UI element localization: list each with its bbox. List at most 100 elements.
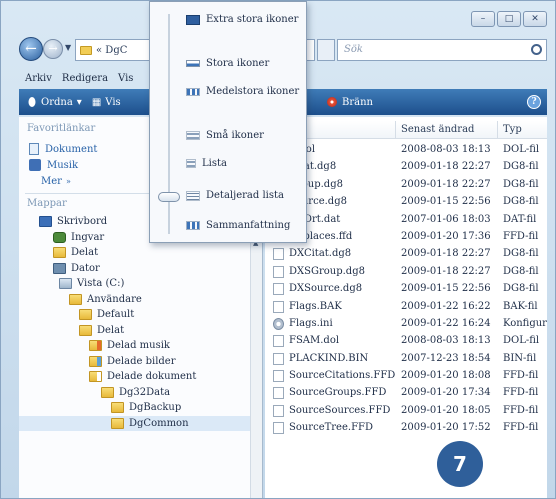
tree-item[interactable]: Default: [19, 307, 262, 323]
file-date: 2009-01-15 22:56: [401, 196, 491, 208]
close-button[interactable]: ✕: [523, 11, 547, 27]
organize-label: Ordna: [41, 96, 73, 108]
file-name: Flags.BAK: [289, 300, 342, 312]
menu-visa[interactable]: Vis: [118, 73, 133, 84]
column-type[interactable]: Typ: [503, 124, 522, 135]
view-option-details[interactable]: Detaljerad lista: [186, 190, 284, 201]
file-date: 2009-01-20 17:52: [401, 422, 491, 434]
tree-item[interactable]: Delat: [19, 245, 262, 261]
desktop-icon: [39, 216, 52, 228]
more-label: Mer: [41, 176, 62, 187]
tree-item[interactable]: Delat: [19, 323, 262, 339]
file-row[interactable]: SourceGroups.FFD 2009-01-20 17:34 FFD-fil: [265, 384, 547, 401]
tree-item-selected[interactable]: DgCommon: [19, 415, 262, 431]
file-date: 2007-01-06 18:03: [401, 213, 491, 225]
search-icon[interactable]: [531, 44, 542, 55]
file-date: 2009-01-20 17:34: [401, 387, 491, 399]
view-option-tiles[interactable]: Sammanfattning: [186, 220, 290, 231]
tree-label: Dg32Data: [119, 386, 171, 398]
tree-item[interactable]: Användare: [19, 292, 262, 308]
views-icon: ▦: [91, 96, 102, 108]
view-option-list[interactable]: Lista: [186, 158, 227, 169]
folder-icon: [111, 417, 124, 429]
file-type: FFD-fil: [503, 370, 539, 382]
tree-item[interactable]: DgBackup: [19, 400, 262, 416]
tree-label: DgCommon: [129, 417, 189, 429]
file-row[interactable]: Flags.ini 2009-01-22 16:24 Konfigur: [265, 315, 547, 332]
folder-icon: [53, 247, 66, 259]
file-row[interactable]: Source.dg8 2009-01-15 22:56 DG8-fil: [265, 193, 547, 210]
views-button[interactable]: ▦ Vis: [92, 97, 121, 108]
file-row[interactable]: A.dol2008-08-03 18:13DOL-fil: [265, 141, 547, 158]
tree-label: Delade bilder: [107, 355, 176, 367]
view-option-small-icons[interactable]: Små ikoner: [186, 130, 264, 141]
file-date: 2009-01-22 16:24: [401, 317, 491, 329]
tree-item[interactable]: Dator: [19, 261, 262, 277]
file-date: 2009-01-18 22:27: [401, 265, 491, 277]
file-type: FFD-fil: [503, 387, 539, 399]
forward-button[interactable]: →: [43, 39, 63, 59]
file-name: SourceGroups.FFD: [289, 387, 387, 399]
help-icon[interactable]: ?: [527, 95, 541, 109]
file-row[interactable]: PLACKIND.BIN 2007-12-23 18:54 BIN-fil: [265, 350, 547, 367]
file-type: FFD-fil: [503, 404, 539, 416]
view-option-large-icons[interactable]: Stora ikoner: [186, 58, 269, 69]
view-option-medium-icons[interactable]: Medelstora ikoner: [186, 86, 299, 97]
view-size-slider-thumb[interactable]: [158, 192, 180, 202]
navigation-scrollbar[interactable]: ▲: [250, 237, 262, 498]
file-row[interactable]: Citat.dg8 2009-01-18 22:27 DG8-fil: [265, 158, 547, 175]
back-button[interactable]: ←: [19, 37, 43, 61]
tree-item[interactable]: Delade bilder: [19, 354, 262, 370]
organize-button[interactable]: Ordna ▾: [27, 97, 82, 108]
file-name: DXSource.dg8: [289, 283, 363, 295]
explorer-window: – □ ✕ ← → ▼ « DgC Sök Arkiv Redigera Vis…: [0, 0, 556, 499]
file-type: FFD-fil: [503, 230, 539, 242]
file-date: 2009-01-20 18:05: [401, 404, 491, 416]
tree-item[interactable]: Delade dokument: [19, 369, 262, 385]
burn-button[interactable]: Bränn: [327, 97, 373, 108]
minimize-button[interactable]: –: [471, 11, 495, 27]
file-row[interactable]: Group.dg8 2009-01-18 22:27 DG8-fil: [265, 176, 547, 193]
file-row[interactable]: DXSGroup.dg8 2009-01-18 22:27 DG8-fil: [265, 263, 547, 280]
maximize-button[interactable]: □: [497, 11, 521, 27]
view-size-menu: Extra stora ikoner Stora ikoner Medelsto…: [149, 1, 307, 243]
view-option-extra-large-icons[interactable]: Extra stora ikoner: [186, 14, 298, 25]
tree-item[interactable]: Vista (C:): [19, 276, 262, 292]
file-icon: [273, 404, 284, 417]
file-type: DG8-fil: [503, 265, 539, 277]
file-row[interactable]: FSAM.dol 2008-08-03 18:13 DOL-fil: [265, 332, 547, 349]
file-row[interactable]: DXSource.dg8 2009-01-15 22:56 DG8-fil: [265, 280, 547, 297]
recent-pages-dropdown[interactable]: ▼: [65, 43, 71, 52]
chevron-down-icon: ▾: [76, 96, 82, 108]
file-row[interactable]: SourceSources.FFD 2009-01-20 18:05 FFD-fil: [265, 402, 547, 419]
file-date: 2009-01-18 22:27: [401, 161, 491, 173]
column-date-modified[interactable]: Senast ändrad: [401, 124, 474, 135]
column-separator[interactable]: [497, 121, 498, 139]
file-type: FFD-fil: [503, 422, 539, 434]
tree-item[interactable]: Dg32Data: [19, 385, 262, 401]
file-row[interactable]: DXCitat.dg8 2009-01-18 22:27 DG8-fil: [265, 245, 547, 262]
file-name: Flags.ini: [289, 317, 333, 329]
folder-icon: [79, 309, 92, 321]
file-row[interactable]: SourceTree.FFD 2009-01-20 17:52 FFD-fil: [265, 419, 547, 436]
file-type: Konfigur: [503, 317, 547, 329]
address-path: « DgC: [96, 44, 128, 56]
settings-file-icon: [273, 317, 284, 330]
double-chevron-icon: »: [65, 177, 71, 186]
column-separator[interactable]: [395, 121, 396, 139]
folder-icon: [80, 45, 92, 55]
burn-label: Bränn: [342, 96, 373, 108]
menu-arkiv[interactable]: Arkiv: [25, 73, 52, 84]
file-row[interactable]: Flags.BAK 2009-01-22 16:22 BAK-fil: [265, 298, 547, 315]
file-row[interactable]: Dgplaces.ffd 2009-01-20 17:36 FFD-fil: [265, 228, 547, 245]
view-option-label: Lista: [202, 158, 227, 169]
tree-item[interactable]: Delad musik: [19, 338, 262, 354]
refresh-button[interactable]: [317, 39, 335, 61]
file-date: 2008-08-03 18:13: [401, 335, 491, 347]
menu-redigera[interactable]: Redigera: [62, 73, 108, 84]
file-row[interactable]: artOrt.dat 2007-01-06 18:03 DAT-fil: [265, 211, 547, 228]
search-input[interactable]: Sök: [337, 39, 547, 61]
file-icon: [273, 283, 284, 296]
file-type: DAT-fil: [503, 213, 537, 225]
file-row[interactable]: SourceCitations.FFD 2009-01-20 18:08 FFD-f…: [265, 367, 547, 384]
